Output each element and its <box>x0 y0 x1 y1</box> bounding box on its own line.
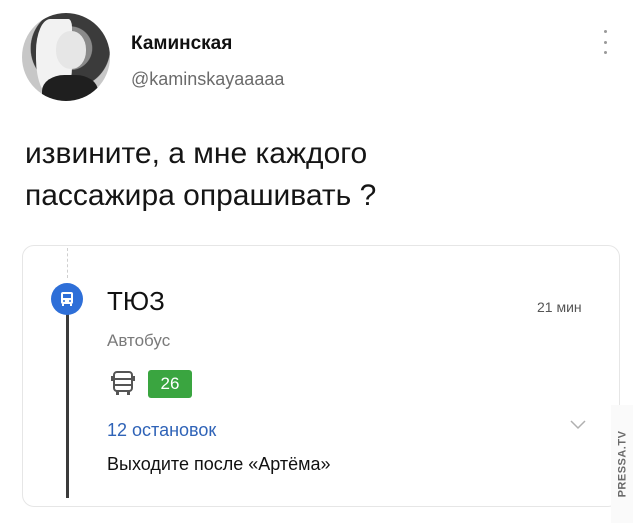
watermark: PRESSA.TV <box>611 405 633 523</box>
author-name[interactable]: Каминская <box>131 33 232 55</box>
avatar[interactable] <box>22 13 110 101</box>
avatar-body <box>42 75 98 101</box>
tweet-text-line-2: пассажира опрашивать ? <box>25 179 377 212</box>
stop-name: ТЮЗ <box>107 286 165 316</box>
tweet-text: извините, а мне каждого пассажира опраши… <box>25 133 585 217</box>
route-number-badge: 26 <box>148 370 192 398</box>
duration-label: 21 мин <box>537 299 582 315</box>
route-dashed-line <box>67 248 69 278</box>
tweet-text-line-1: извините, а мне каждого <box>25 137 368 170</box>
chevron-down-icon[interactable] <box>569 418 587 436</box>
watermark-text: PRESSA.TV <box>616 430 629 498</box>
author-handle[interactable]: @kaminskayaaaaa <box>131 69 284 90</box>
avatar-face <box>56 31 86 69</box>
route-line <box>66 298 69 498</box>
exit-instruction: Выходите после «Артёма» <box>107 454 331 474</box>
bus-icon <box>51 283 83 315</box>
bus-small-icon <box>108 368 138 403</box>
more-vertical-icon[interactable] <box>600 30 610 54</box>
transport-mode: Автобус <box>107 331 171 350</box>
stops-count-link[interactable]: 12 остановок <box>107 420 216 441</box>
